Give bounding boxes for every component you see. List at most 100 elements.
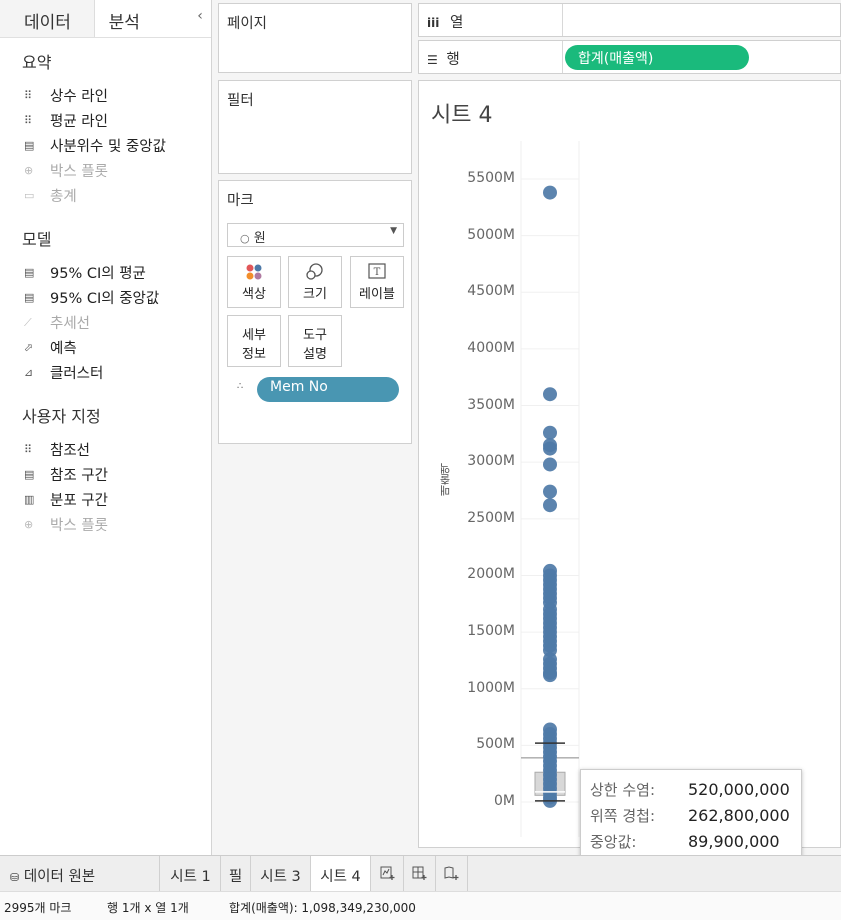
circle-icon: ○ [240,232,250,245]
analytics-item[interactable]: ▭ 총계 [0,183,211,208]
analytics-item[interactable]: ▥ 분포 구간 [0,487,211,512]
filters-card-title: 필터 [227,93,254,109]
tooltip-label-2: 설명 [303,347,327,362]
analytics-item[interactable]: ⠿ 참조선 [0,437,211,462]
tooltip-key: 위쪽 경첩: [590,806,656,825]
tab-data[interactable]: 데이터 [0,0,95,37]
analytics-item-label: 95% CI의 중앙값 [50,291,160,307]
tab-data-source[interactable]: ⛁ 데이터 원본 [0,856,160,891]
detail-label-1: 세부 [242,328,266,343]
rows-shelf[interactable]: ☰ 행 합계(매출액) [418,40,841,74]
color-button[interactable]: 색상 [227,256,281,308]
analytics-item[interactable]: ⬀ 예측 [0,335,211,360]
analytics-item-label: 추세선 [50,316,91,332]
color-label: 색상 [242,287,266,302]
data-point [543,668,557,683]
analytics-item[interactable]: ▤ 95% CI의 평균 [0,260,211,285]
text-label-icon: T [351,257,403,283]
data-point [543,387,557,402]
pages-card[interactable]: 페이지 [218,3,412,73]
sheet-tab-bar: ⛁ 데이터 원본 시트 1 필 시트 3 시트 4 [0,855,841,891]
svg-text:T: T [374,267,381,278]
analytics-item-label: 예측 [50,341,77,357]
tooltip-value: 262,800,000 [688,805,790,825]
database-icon: ⛁ [10,871,20,884]
analytics-item-label: 참조선 [50,443,91,459]
tab-sheet-4[interactable]: 시트 4 [311,856,371,891]
columns-shelf[interactable]: iii 열 [418,3,841,37]
analytics-item-label: 총계 [50,189,77,205]
tooltip-row: 상한 수염: 520,000,000 [590,776,801,802]
chevron-left-icon[interactable]: ‹ [189,0,211,37]
analytics-item[interactable]: ⠿ 상수 라인 [0,83,211,108]
label-button[interactable]: T 레이블 [350,256,404,308]
box-plot-icon: ⊕ [24,518,34,531]
status-marks-count: 2995개 마크 [4,901,72,915]
analytics-item-label: 95% CI의 평균 [50,266,146,282]
data-point [543,457,557,472]
analytics-sections: 요약 ⠿ 상수 라인 ⠿ 평균 라인 ▤ 사분위수 및 중앙값 ⊕ 박스 플롯 ▭ 총계 모델 ▤ 95%… [0,38,211,537]
analytics-item[interactable]: ▤ 95% CI의 중앙값 [0,285,211,310]
reference-line-icon: ⠿ [24,443,33,456]
detail-label-2: 정보 [242,347,266,362]
mark-type-label: 원 [253,231,266,246]
rows-icon: ☰ [427,53,438,67]
analytics-item[interactable]: ▤ 사분위수 및 중앙값 [0,133,211,158]
forecast-icon: ⬀ [24,341,34,354]
data-point [543,441,557,456]
analytics-item-label: 분포 구간 [50,493,108,509]
detail-pill-mem-no[interactable]: Mem No [257,377,399,402]
tab-analytics[interactable]: 분석 [94,0,190,37]
mark-type-dropdown[interactable]: ○ 원 ▼ [227,223,404,247]
analytics-item[interactable]: ⟋ 추세선 [0,310,211,335]
tab-sheet-1[interactable]: 시트 1 [161,856,221,891]
marks-card: 마크 ○ 원 ▼ 색상 크기 T 레이블 세부 정보 도구 설명 ∴ Mem N… [218,180,412,444]
section-title: 요약 [22,53,52,72]
size-button[interactable]: 크기 [288,256,342,308]
analytics-item-label: 박스 플롯 [50,164,108,180]
shelf-divider [562,4,563,36]
trend-line-icon: ⟋ [24,315,32,329]
analytics-item[interactable]: ⊕ 박스 플롯 [0,512,211,537]
rows-pill-sum-sales[interactable]: 합계(매출액) [565,45,749,70]
analytics-item[interactable]: ▤ 참조 구간 [0,462,211,487]
status-dimensions: 행 1개 x 열 1개 [107,901,189,915]
size-icon [289,257,341,283]
columns-shelf-label: iii 열 [427,15,464,31]
status-sum: 합계(매출액): 1,098,349,230,000 [229,901,416,915]
detail-dots-icon: ∴ [237,381,244,392]
totals-icon: ▭ [24,189,35,202]
detail-button[interactable]: 세부 정보 [227,315,281,367]
analytics-item[interactable]: ⊕ 박스 플롯 [0,158,211,183]
reference-band-icon: ▤ [24,468,35,481]
constant-line-icon: ⠿ [24,89,33,102]
distribution-band-icon: ▥ [24,493,35,506]
analytics-item-label: 사분위수 및 중앙값 [50,139,166,155]
data-point [543,185,557,200]
analytics-item-label: 참조 구간 [50,468,108,484]
new-dashboard-icon[interactable] [404,856,436,891]
data-point [543,498,557,513]
shelf-divider [562,41,563,73]
section-title: 사용자 지정 [22,407,101,426]
new-story-icon[interactable] [436,856,468,891]
status-bar: 2995개 마크 행 1개 x 열 1개 합계(매출액): 1,098,349,… [0,891,841,920]
tab-sheet-2[interactable]: 필 [221,856,251,891]
data-point [543,484,557,499]
analytics-item[interactable]: ⊿ 클러스터 [0,360,211,385]
filters-card[interactable]: 필터 [218,80,412,174]
new-worksheet-icon[interactable] [372,856,404,891]
tooltip-button[interactable]: 도구 설명 [288,315,342,367]
analytics-item-label: 클러스터 [50,366,104,382]
average-line-icon: ⠿ [24,114,33,127]
tooltip-row: 위쪽 경첩: 262,800,000 [590,802,801,828]
data-point [543,425,557,440]
scatter-plot[interactable] [419,81,840,847]
worksheet-view: 시트 4 매출액 5500M 5000M 4500M 4000M 3500M 3000M 2… [418,80,841,848]
marks-card-title: 마크 [227,193,254,209]
chevron-down-icon: ▼ [390,226,397,236]
label-label: 레이블 [359,287,395,302]
analytics-item[interactable]: ⠿ 평균 라인 [0,108,211,133]
tab-sheet-3[interactable]: 시트 3 [251,856,311,891]
analytics-pane: 데이터 분석 ‹ 요약 ⠿ 상수 라인 ⠿ 평균 라인 ▤ 사분위수 및 중앙값 ⊕ 박스 플롯… [0,0,212,855]
